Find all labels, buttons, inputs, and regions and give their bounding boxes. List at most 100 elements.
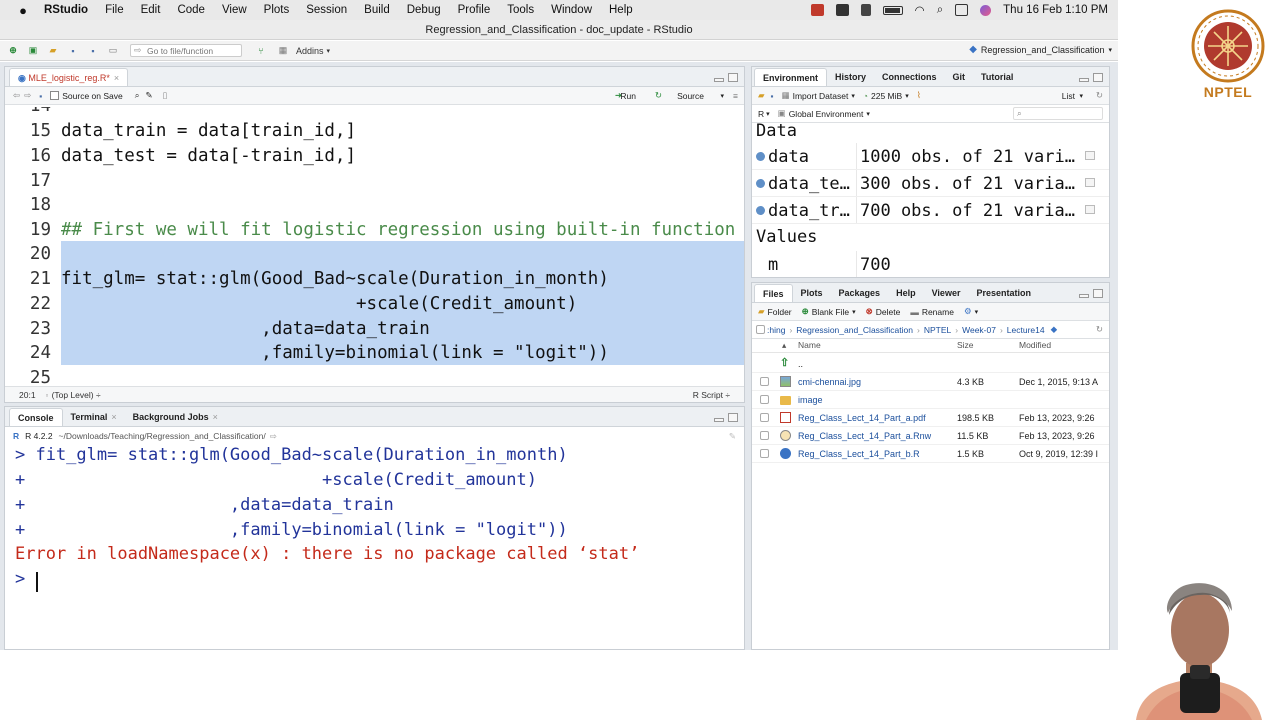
search-icon[interactable]: ⌕ bbox=[937, 4, 943, 17]
minimize-icon[interactable] bbox=[1079, 294, 1089, 298]
tab-mle-logistic[interactable]: ◉ MLE_logistic_reg.R* × bbox=[9, 68, 129, 86]
load-workspace-icon[interactable]: ▰ bbox=[758, 90, 765, 101]
menu-profile[interactable]: Profile bbox=[458, 4, 491, 16]
tab-terminal[interactable]: Terminal × bbox=[63, 408, 125, 426]
save-all-icon[interactable]: ▪ bbox=[86, 44, 100, 58]
tab-help[interactable]: Help bbox=[888, 284, 924, 302]
maximize-icon[interactable] bbox=[728, 413, 738, 422]
select-all-checkbox[interactable] bbox=[756, 325, 765, 334]
close-icon[interactable]: × bbox=[114, 73, 119, 83]
tab-connections[interactable]: Connections bbox=[874, 68, 945, 86]
expand-icon[interactable] bbox=[756, 206, 765, 215]
minimize-icon[interactable] bbox=[714, 418, 724, 422]
vcs-icon[interactable]: ⑂ bbox=[254, 44, 268, 58]
rerun-icon[interactable]: ↻ bbox=[655, 90, 662, 101]
view-table-icon[interactable] bbox=[1085, 178, 1095, 187]
tab-presentation[interactable]: Presentation bbox=[968, 284, 1039, 302]
menu-app[interactable]: RStudio bbox=[44, 4, 88, 16]
save-icon[interactable]: ▪ bbox=[66, 44, 80, 58]
forward-icon[interactable]: ⇨ bbox=[24, 90, 31, 101]
menu-view[interactable]: View bbox=[222, 4, 247, 16]
minimize-icon[interactable] bbox=[1079, 78, 1089, 82]
file-checkbox[interactable] bbox=[760, 431, 769, 440]
addins-menu[interactable]: Addins bbox=[296, 46, 324, 56]
env-row[interactable]: data_te… 300 obs. of 21 varia… bbox=[752, 170, 1109, 197]
wifi-icon[interactable]: ◠ bbox=[915, 3, 925, 17]
menu-code[interactable]: Code bbox=[177, 4, 205, 16]
file-row[interactable]: image bbox=[752, 391, 1109, 409]
keyboard-input-icon[interactable] bbox=[835, 4, 849, 16]
menu-edit[interactable]: Edit bbox=[141, 4, 161, 16]
file-name[interactable]: image bbox=[798, 395, 823, 405]
code-tools-icon[interactable]: ✎ bbox=[146, 90, 153, 101]
file-checkbox[interactable] bbox=[760, 413, 769, 422]
menu-help[interactable]: Help bbox=[609, 4, 633, 16]
source-button[interactable]: Source bbox=[677, 91, 704, 101]
run-button[interactable]: Run bbox=[620, 91, 636, 101]
battery-icon[interactable] bbox=[882, 5, 903, 15]
outline-icon[interactable]: ≡ bbox=[733, 91, 738, 101]
language-selector[interactable]: R bbox=[758, 109, 764, 119]
clear-console-icon[interactable]: ✎ bbox=[729, 431, 736, 442]
menu-session[interactable]: Session bbox=[306, 4, 347, 16]
minimize-icon[interactable] bbox=[714, 78, 724, 82]
tab-git[interactable]: Git bbox=[945, 68, 974, 86]
tab-background-jobs[interactable]: Background Jobs × bbox=[125, 408, 226, 426]
file-row[interactable]: Reg_Class_Lect_14_Part_a.Rnw 11.5 KB Feb… bbox=[752, 427, 1109, 445]
close-icon[interactable]: × bbox=[213, 412, 218, 422]
tab-environment[interactable]: Environment bbox=[754, 68, 828, 86]
tab-console[interactable]: Console bbox=[9, 408, 63, 426]
list-view-selector[interactable]: List bbox=[1062, 91, 1075, 101]
breadcrumb-part[interactable]: Week-07 bbox=[962, 325, 996, 335]
file-checkbox[interactable] bbox=[760, 395, 769, 404]
tab-tutorial[interactable]: Tutorial bbox=[973, 68, 1021, 86]
col-size[interactable]: Size bbox=[957, 340, 974, 350]
view-table-icon[interactable] bbox=[1085, 205, 1095, 214]
file-name[interactable]: Reg_Class_Lect_14_Part_a.Rnw bbox=[798, 431, 931, 441]
menu-build[interactable]: Build bbox=[364, 4, 390, 16]
save-icon[interactable]: ▪ bbox=[39, 91, 42, 101]
tab-files[interactable]: Files bbox=[754, 284, 793, 302]
file-row[interactable]: Reg_Class_Lect_14_Part_b.R 1.5 KB Oct 9,… bbox=[752, 445, 1109, 463]
file-name[interactable]: Reg_Class_Lect_14_Part_b.R bbox=[798, 449, 920, 459]
working-directory[interactable]: ~/Downloads/Teaching/Regression_and_Clas… bbox=[59, 431, 266, 441]
compile-report-icon[interactable]: ▯ bbox=[163, 90, 168, 101]
refresh-icon[interactable]: ↻ bbox=[1096, 90, 1103, 101]
scope-selector[interactable]: (Top Level) ÷ bbox=[52, 390, 101, 400]
find-icon[interactable]: ⌕ bbox=[135, 90, 140, 101]
source-on-save-checkbox[interactable] bbox=[50, 91, 60, 100]
sidecar-icon[interactable] bbox=[860, 4, 871, 16]
new-file-icon[interactable]: ⊕ bbox=[6, 44, 20, 58]
env-row[interactable]: m 700 bbox=[752, 251, 1109, 277]
console-output[interactable]: > fit_glm= stat::glm(Good_Bad~scale(Dura… bbox=[5, 445, 744, 649]
delete-button[interactable]: Delete bbox=[876, 307, 901, 317]
breadcrumb-part[interactable]: Lecture14 bbox=[1007, 325, 1045, 335]
back-icon[interactable]: ⇦ bbox=[13, 90, 20, 101]
breadcrumb-part[interactable]: Regression_and_Classification bbox=[796, 325, 913, 335]
menu-debug[interactable]: Debug bbox=[407, 4, 441, 16]
expand-icon[interactable] bbox=[756, 179, 765, 188]
memory-usage[interactable]: 225 MiB bbox=[871, 91, 902, 101]
apple-icon[interactable]: ● bbox=[16, 3, 30, 18]
workspace-panes-icon[interactable]: ▦ bbox=[276, 44, 290, 58]
environment-search-input[interactable]: ⌕ bbox=[1013, 107, 1103, 120]
print-icon[interactable]: ▭ bbox=[106, 44, 120, 58]
tab-plots[interactable]: Plots bbox=[793, 284, 831, 302]
env-row[interactable]: data_tr… 700 obs. of 21 varia… bbox=[752, 197, 1109, 224]
file-checkbox[interactable] bbox=[760, 377, 769, 386]
siri-icon[interactable] bbox=[980, 4, 992, 16]
file-row-up[interactable]: ⇧ .. bbox=[752, 355, 1109, 373]
expand-icon[interactable] bbox=[756, 152, 765, 161]
tab-packages[interactable]: Packages bbox=[831, 284, 889, 302]
maximize-icon[interactable] bbox=[728, 73, 738, 82]
open-file-icon[interactable]: ▰ bbox=[46, 44, 60, 58]
menu-window[interactable]: Window bbox=[551, 4, 592, 16]
col-modified[interactable]: Modified bbox=[1019, 340, 1051, 350]
maximize-icon[interactable] bbox=[1093, 73, 1103, 82]
maximize-icon[interactable] bbox=[1093, 289, 1103, 298]
tab-viewer[interactable]: Viewer bbox=[924, 284, 969, 302]
breadcrumb-part[interactable]: :hing bbox=[767, 325, 785, 335]
goto-dir-icon[interactable]: ⇨ bbox=[270, 431, 277, 442]
file-name[interactable]: Reg_Class_Lect_14_Part_a.pdf bbox=[798, 413, 926, 423]
code-editor[interactable]: 14 15 data_train = data[train_id,] 16 da… bbox=[5, 107, 744, 390]
